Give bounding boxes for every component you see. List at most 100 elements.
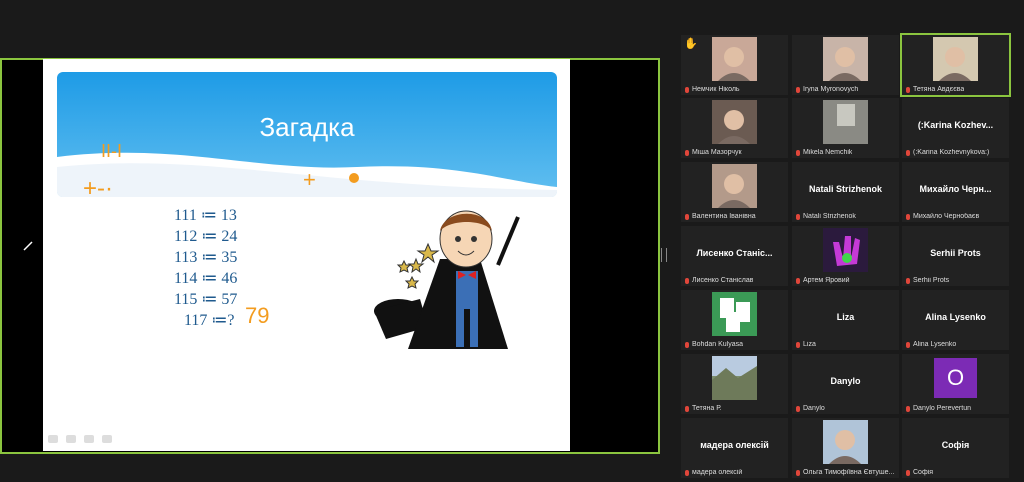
equation-question: 117 ≔?	[184, 312, 235, 329]
participant-tile[interactable]: Софія Софія	[902, 418, 1009, 478]
participant-video	[712, 164, 757, 208]
mic-muted-icon	[796, 341, 800, 348]
participant-name-label: Mikela Nemchik	[796, 149, 852, 156]
participant-name-label: Тетяна Авдєєва	[906, 86, 964, 93]
mic-muted-icon	[796, 86, 800, 93]
participant-name-label: (:Karina Kozhevnykova:)	[906, 149, 989, 156]
participant-video	[712, 37, 757, 81]
participant-name-label: Bohdan Kulyasa	[685, 341, 743, 348]
mic-muted-icon	[685, 469, 689, 476]
equation-4: 114 ≔ 46	[174, 270, 238, 287]
participant-tile[interactable]: Тетяна Авдєєва	[900, 33, 1011, 97]
participant-tile[interactable]: Михайло Черн... Михайло Чернобаєв	[902, 162, 1009, 222]
participant-video	[712, 356, 757, 400]
participant-tile[interactable]: Валентина Іванівна	[681, 162, 788, 222]
participant-tile[interactable]: Ольга Тимофіївна Євтуше...	[792, 418, 899, 478]
mic-muted-icon	[796, 149, 800, 156]
participant-name: Natali Strizhenok	[803, 213, 856, 220]
pen-icon[interactable]	[66, 435, 76, 443]
participant-name-label: Артем Яровий	[796, 277, 850, 284]
participant-name-label: Danylo	[796, 405, 825, 412]
participant-tile[interactable]: Тетяна Р.	[681, 354, 788, 414]
participant-name-label: Ольга Тимофіївна Євтуше...	[796, 469, 894, 476]
participant-video	[933, 37, 978, 81]
participant-display-name: (:Karina Kozhev...	[917, 120, 994, 130]
participant-name: Alina Lysenko	[913, 341, 957, 348]
next-slide-icon[interactable]	[102, 435, 112, 443]
grid-icon[interactable]	[84, 435, 94, 443]
participant-name: Ольга Тимофіївна Євтуше...	[803, 469, 895, 476]
participant-tile[interactable]: Mikela Nemchik	[792, 98, 899, 158]
participant-name-label: Iryna Myronovych	[796, 86, 858, 93]
participant-name-label: Alina Lysenko	[906, 341, 956, 348]
participant-name: Артем Яровий	[803, 277, 850, 284]
participant-name: (:Karina Kozhevnykova:)	[913, 149, 990, 156]
participant-tile[interactable]: Natali Strizhenok Natali Strizhenok	[792, 162, 899, 222]
participant-name: Михайло Чернобаєв	[913, 213, 980, 220]
participant-video	[823, 420, 868, 464]
participant-video	[823, 100, 868, 144]
participant-name-label: Софія	[906, 469, 933, 476]
magician-illustration	[374, 210, 520, 349]
mic-muted-icon	[796, 277, 800, 284]
panel-resize-handle[interactable]	[661, 248, 667, 262]
participant-tile[interactable]: Alina Lysenko Alina Lysenko	[902, 290, 1009, 350]
participant-tile[interactable]: Bohdan Kulyasa	[681, 290, 788, 350]
mic-muted-icon	[906, 277, 910, 284]
presentation-slide: Загадка II-I +-· + 111 ≔ 13 112 ≔ 24 113…	[43, 59, 570, 451]
participant-tile[interactable]: (:Karina Kozhev... (:Karina Kozhevnykova:…	[902, 98, 1009, 158]
participant-name: Міша Мазорчук	[692, 149, 742, 156]
mic-muted-icon	[685, 405, 689, 412]
participant-tile[interactable]: ✋ Немчик Ніколь	[681, 35, 788, 95]
prev-slide-icon[interactable]	[48, 435, 58, 443]
participant-display-name: Danylo	[830, 376, 861, 386]
slide-nav-toolbar[interactable]	[48, 435, 112, 443]
participant-name: мадера олексій	[692, 469, 743, 476]
slide-title: Загадка	[259, 112, 355, 142]
annotation-answer: 79	[245, 303, 270, 328]
equation-3: 113 ≔ 35	[174, 249, 238, 266]
participant-avatar: O	[934, 358, 977, 398]
participant-display-name: Natali Strizhenok	[808, 184, 882, 194]
participant-tile[interactable]: мадера олексій мадера олексій	[681, 418, 788, 478]
participant-video	[712, 100, 757, 144]
mic-muted-icon	[906, 86, 910, 93]
equation-1: 111 ≔ 13	[174, 207, 237, 224]
mic-muted-icon	[685, 277, 689, 284]
participant-display-name: Лисенко Станіс...	[696, 248, 773, 258]
mic-muted-icon	[906, 149, 910, 156]
participant-name-label: Немчик Ніколь	[685, 86, 740, 93]
participant-name-label: Natali Strizhenok	[796, 213, 856, 220]
participant-name: Danylo Perevertun	[913, 405, 971, 412]
annotation-pen-icon[interactable]	[22, 240, 34, 252]
participant-tile[interactable]: Артем Яровий	[792, 226, 899, 286]
participant-tile[interactable]: Лисенко Станіс... Лисенко Станіслав	[681, 226, 788, 286]
participant-tile[interactable]: Міша Мазорчук	[681, 98, 788, 158]
participant-name-label: мадера олексій	[685, 469, 742, 476]
mic-muted-icon	[796, 469, 800, 476]
participant-name-label: Лисенко Станіслав	[685, 277, 753, 284]
participant-display-name: Serhii Prots	[930, 248, 981, 258]
mic-muted-icon	[796, 405, 800, 412]
participant-tile[interactable]: Danylo Danylo	[792, 354, 899, 414]
participant-video	[823, 228, 868, 272]
participant-tile[interactable]: Liza Liza	[792, 290, 899, 350]
participant-display-name: Софія	[941, 440, 970, 450]
mic-muted-icon	[796, 213, 800, 220]
participant-tile[interactable]: O Danylo Perevertun	[902, 354, 1009, 414]
participant-tile[interactable]: Iryna Myronovych	[792, 35, 899, 95]
participant-name-label: Тетяна Р.	[685, 405, 722, 412]
raised-hand-icon: ✋	[684, 38, 698, 50]
participant-name-label: Danylo Perevertun	[906, 405, 971, 412]
participant-display-name: мадера олексій	[700, 440, 769, 450]
participant-name: Лисенко Станіслав	[692, 277, 754, 284]
participant-display-name: Михайло Черн...	[919, 184, 992, 194]
equation-2: 112 ≔ 24	[174, 228, 238, 245]
mic-muted-icon	[906, 469, 910, 476]
equation-5: 115 ≔ 57	[174, 291, 238, 308]
participant-name: Liza	[803, 341, 816, 348]
participant-tile[interactable]: Serhii Prots Serhii Prots	[902, 226, 1009, 286]
participant-name: Bohdan Kulyasa	[692, 341, 743, 348]
mic-muted-icon	[685, 86, 689, 93]
participant-name: Serhii Prots	[913, 277, 950, 284]
